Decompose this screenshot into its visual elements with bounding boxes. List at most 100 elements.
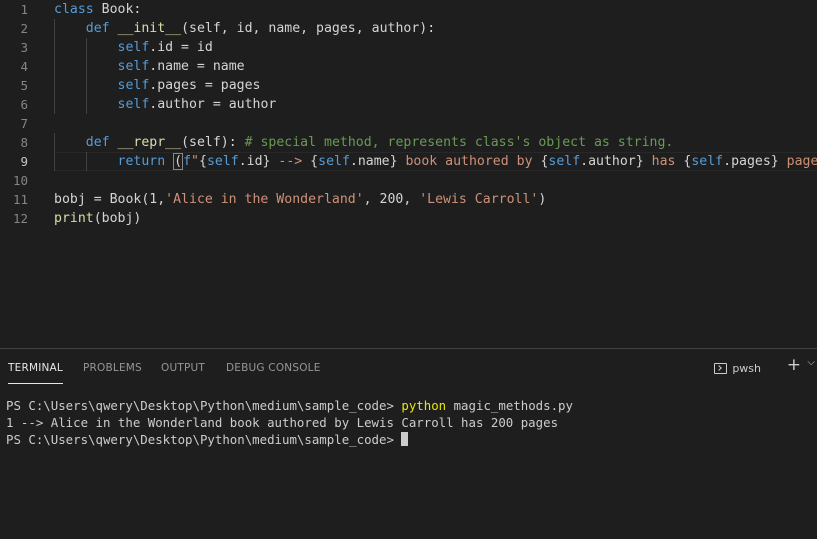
code-token: .author = author xyxy=(149,97,277,112)
code-editor[interactable]: 1 class Book: 2 def __init__(self, id, nam… xyxy=(0,0,817,348)
code-token: print xyxy=(54,211,94,226)
code-text: return (f"{self.id} --> {self.name} book… xyxy=(54,152,817,171)
code-text: self.id = id xyxy=(54,38,213,57)
code-token: (self): xyxy=(181,135,245,150)
line-number: 7 xyxy=(20,116,28,131)
code-token: .pages = pages xyxy=(149,78,261,93)
tab-output[interactable]: OUTPUT xyxy=(161,349,205,385)
code-text: self.name = name xyxy=(54,57,245,76)
code-token: book authored by xyxy=(397,154,541,169)
code-token: 'Alice in the Wonderland' xyxy=(165,192,364,207)
code-token: self xyxy=(117,97,150,112)
code-token: ) xyxy=(538,192,547,207)
line-number: 2 xyxy=(20,21,28,36)
terminal-prompt: PS C:\Users\qwery\Desktop\Python\medium\… xyxy=(6,398,402,413)
line-number: 6 xyxy=(20,97,28,112)
code-line[interactable]: 4 self.name = name xyxy=(0,57,817,76)
tab-debug-console[interactable]: DEBUG CONSOLE xyxy=(226,349,321,385)
code-line[interactable]: 1 class Book: xyxy=(0,0,817,19)
terminal-cursor xyxy=(401,432,409,446)
code-token: .author} xyxy=(580,154,644,169)
line-number: 10 xyxy=(12,173,28,188)
code-line[interactable]: 12 print(bobj) xyxy=(0,209,817,228)
code-token: self xyxy=(318,154,350,169)
code-line[interactable]: 8 def __repr__(self): # special method, … xyxy=(0,133,817,152)
code-token: __repr__ xyxy=(117,135,182,150)
indent-guide xyxy=(85,38,87,57)
terminal-shell-selector[interactable]: pwsh xyxy=(714,359,761,377)
code-line[interactable]: 5 self.pages = pages xyxy=(0,76,817,95)
code-token: self xyxy=(691,154,724,169)
indent-guide xyxy=(54,76,55,95)
code-token: .name = name xyxy=(149,59,245,74)
code-text: print(bobj) xyxy=(54,209,141,228)
code-token: .id} xyxy=(238,154,271,169)
panel-tabs: TERMINAL PROBLEMS OUTPUT DEBUG CONSOLE p… xyxy=(0,349,817,385)
tab-terminal[interactable]: TERMINAL xyxy=(8,349,63,385)
code-token: --> xyxy=(270,154,311,169)
line-number: 9 xyxy=(20,154,28,169)
line-number: 5 xyxy=(20,78,28,93)
terminal-output[interactable]: PS C:\Users\qwery\Desktop\Python\medium\… xyxy=(6,397,573,448)
code-line[interactable]: 6 self.author = author xyxy=(0,95,817,114)
code-text: bobj = Book(1,'Alice in the Wonderland',… xyxy=(54,190,546,209)
code-token: 'Lewis Carroll' xyxy=(419,192,539,207)
code-line[interactable]: 3 self.id = id xyxy=(0,38,817,57)
terminal-icon xyxy=(714,362,728,374)
code-token: ( xyxy=(173,153,184,170)
code-token: f xyxy=(183,154,192,169)
code-token: (self, id, name, pages, author): xyxy=(181,21,436,36)
line-number: 1 xyxy=(20,2,28,17)
line-number: 8 xyxy=(20,135,28,150)
code-token: .name} xyxy=(349,154,398,169)
code-token: (bobj) xyxy=(93,211,142,226)
code-token: .pages} xyxy=(723,154,779,169)
code-text: class Book: xyxy=(54,0,141,19)
code-token: def xyxy=(85,135,110,150)
code-token: def xyxy=(85,21,110,36)
code-line[interactable]: 11 bobj = Book(1,'Alice in the Wonderland… xyxy=(0,190,817,209)
indent-guide xyxy=(54,57,55,76)
indent-guide xyxy=(54,152,55,171)
terminal-prompt: PS C:\Users\qwery\Desktop\Python\medium\… xyxy=(6,432,402,447)
code-line[interactable]: 2 def __init__(self, id, name, pages, au… xyxy=(0,19,817,38)
line-number: 12 xyxy=(12,211,28,226)
code-token: self xyxy=(117,78,150,93)
code-token: bobj = Book(1, xyxy=(54,192,166,207)
indent-guide xyxy=(85,57,87,76)
code-token: Book: xyxy=(93,2,142,17)
code-token: , 200, xyxy=(363,192,420,207)
code-token: { xyxy=(310,154,319,169)
code-line[interactable]: 7 xyxy=(0,114,817,133)
code-token: self xyxy=(206,154,239,169)
code-text: self.author = author xyxy=(54,95,277,114)
new-terminal-plus-icon[interactable]: + xyxy=(787,355,801,375)
code-token: has xyxy=(643,154,684,169)
code-token: return xyxy=(117,154,166,169)
code-text: def __init__(self, id, name, pages, auth… xyxy=(54,19,435,38)
code-token: self xyxy=(548,154,581,169)
indent-guide xyxy=(85,152,87,171)
tab-problems[interactable]: PROBLEMS xyxy=(83,349,142,385)
code-line[interactable]: 9 return (f"{self.id} --> {self.name} bo… xyxy=(0,152,817,171)
terminal-output-line: 1 --> Alice in the Wonderland book autho… xyxy=(6,415,559,430)
line-number: 3 xyxy=(20,40,28,55)
chevron-down-icon[interactable]: ⌵ xyxy=(807,357,815,368)
indent-guide xyxy=(54,133,55,152)
code-token: " xyxy=(191,154,199,169)
line-number: 11 xyxy=(12,192,28,207)
indent-guide xyxy=(85,76,87,95)
code-token: class xyxy=(54,2,94,17)
indent-guide xyxy=(54,38,55,57)
terminal-command-args: magic_methods.py xyxy=(446,398,573,413)
terminal-command: python xyxy=(401,398,447,413)
code-token: # special method, represents class's obj… xyxy=(244,135,674,150)
indent-guide xyxy=(85,95,87,114)
code-text: def __repr__(self): # special method, re… xyxy=(54,133,674,152)
code-line[interactable]: 10 xyxy=(0,171,817,190)
code-token: self xyxy=(117,59,150,74)
shell-name: pwsh xyxy=(732,361,761,375)
